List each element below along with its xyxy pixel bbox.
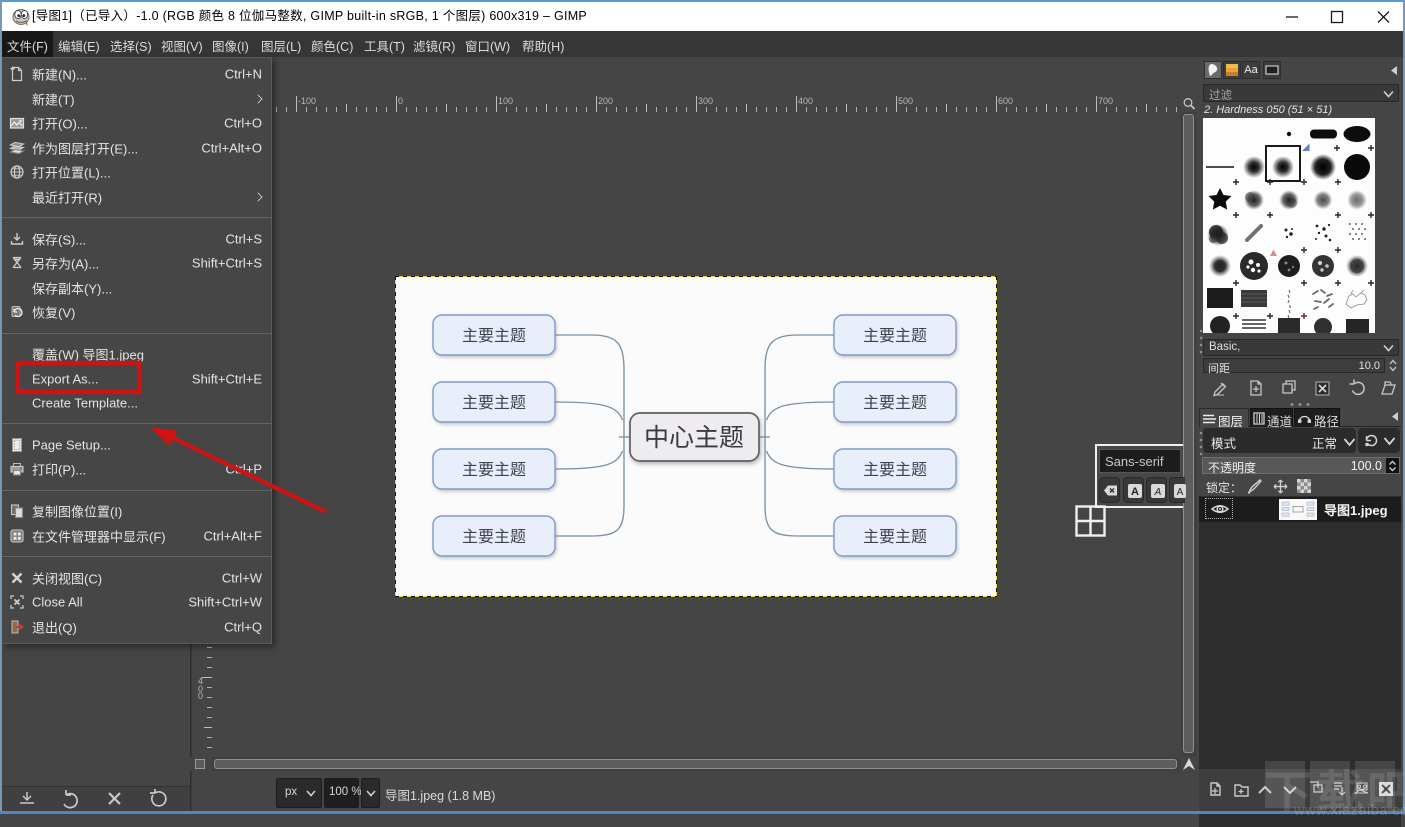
svg-text:主要主题: 主要主题 <box>863 327 927 345</box>
svg-text:A: A <box>1176 487 1183 498</box>
svg-text:中心主题: 中心主题 <box>644 424 744 452</box>
svg-text:主要主题: 主要主题 <box>462 528 526 546</box>
svg-text:主要主题: 主要主题 <box>863 528 927 546</box>
svg-text:A: A <box>1131 486 1139 498</box>
svg-text:A: A <box>1153 487 1161 498</box>
svg-text:主要主题: 主要主题 <box>462 394 526 412</box>
svg-text:主要主题: 主要主题 <box>462 327 526 345</box>
svg-text:主要主题: 主要主题 <box>863 394 927 412</box>
svg-text:主要主题: 主要主题 <box>462 461 526 479</box>
svg-text:主要主题: 主要主题 <box>863 461 927 479</box>
